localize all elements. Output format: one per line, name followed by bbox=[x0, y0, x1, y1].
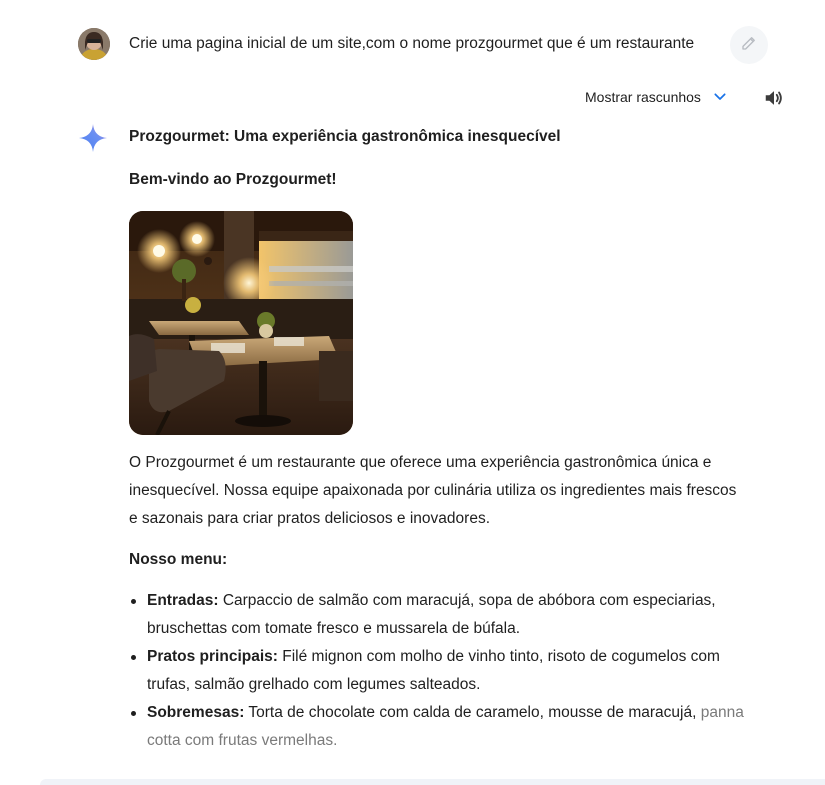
user-avatar[interactable] bbox=[78, 28, 110, 60]
menu-item-text: Carpaccio de salmão com maracujá, sopa d… bbox=[147, 592, 716, 637]
chevron-down-icon bbox=[711, 88, 729, 106]
menu-item-pratos-principais: Pratos principais: Filé mignon com molho… bbox=[129, 643, 759, 699]
menu-title: Nosso menu: bbox=[129, 551, 228, 568]
menu-item-sobremesas: Sobremesas: Torta de chocolate com calda… bbox=[129, 699, 759, 755]
menu-list: Entradas: Carpaccio de salmão com maracu… bbox=[129, 587, 759, 755]
menu-item-text: Torta de chocolate com calda de caramelo… bbox=[248, 704, 697, 721]
assistant-response: Prozgourmet: Uma experiência gastronômic… bbox=[129, 127, 759, 755]
restaurant-image[interactable] bbox=[129, 211, 353, 435]
user-prompt-row: Crie uma pagina inicial de um site,com o… bbox=[78, 26, 785, 64]
response-title: Prozgourmet: Uma experiência gastronômic… bbox=[129, 128, 561, 145]
input-area-edge bbox=[40, 779, 825, 785]
speaker-icon[interactable] bbox=[763, 87, 785, 109]
edit-prompt-button[interactable] bbox=[730, 26, 768, 64]
intro-paragraph: O Prozgourmet é um restaurante que ofere… bbox=[129, 454, 737, 527]
sparkle-icon bbox=[78, 123, 108, 153]
menu-item-label: Entradas: bbox=[147, 592, 219, 609]
show-drafts-label: Mostrar rascunhos bbox=[585, 89, 701, 105]
response-welcome: Bem-vindo ao Prozgourmet! bbox=[129, 171, 337, 188]
menu-item-label: Sobremesas: bbox=[147, 704, 245, 721]
show-drafts-button[interactable]: Mostrar rascunhos bbox=[585, 88, 729, 106]
pencil-icon bbox=[740, 34, 758, 57]
menu-item-entradas: Entradas: Carpaccio de salmão com maracu… bbox=[129, 587, 759, 643]
menu-item-label: Pratos principais: bbox=[147, 648, 278, 665]
user-prompt-text: Crie uma pagina inicial de um site,com o… bbox=[129, 35, 695, 52]
